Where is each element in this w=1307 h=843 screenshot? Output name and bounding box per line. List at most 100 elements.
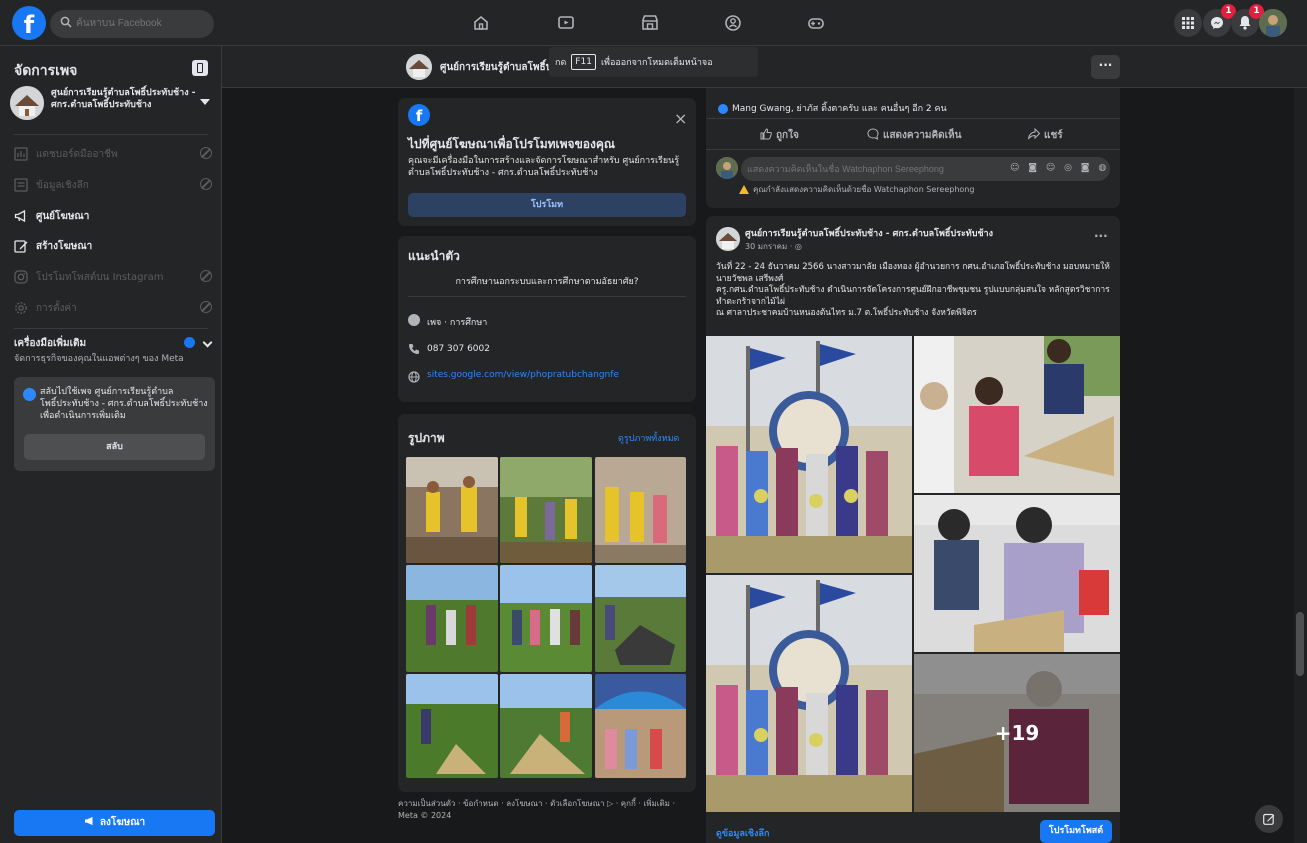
toast-text-after: เพื่อออกจากโหมดเต็มหน้าจอ	[600, 58, 713, 68]
messenger-button[interactable]: 1	[1203, 4, 1236, 37]
groups-icon[interactable]	[723, 13, 743, 33]
post-timestamp[interactable]: 30 มกราคม · ◎	[745, 240, 802, 253]
search-input[interactable]	[50, 10, 214, 38]
sidebar-item-professional-dashboard[interactable]: แดชบอร์ดมืออาชีพ	[0, 141, 222, 167]
insights-icon	[14, 178, 28, 192]
ad-card-title: ไปที่ศูนย์โฆษณาเพื่อโปรโมทเพจของคุณ	[408, 137, 616, 151]
photo-thumbnail[interactable]	[406, 565, 498, 672]
phone-number: 087 307 6002	[427, 344, 490, 354]
sidebar-item-insights[interactable]: ข้อมูลเชิงลึก	[0, 172, 222, 198]
post-photo[interactable]	[706, 575, 912, 812]
scrollbar-thumb[interactable]	[1296, 612, 1304, 676]
comment-warning: คุณกำลังแสดงความคิดเห็นด้วยชื่อ Watchaph…	[739, 183, 974, 196]
post-author-avatar[interactable]	[716, 227, 740, 251]
header-more-button[interactable]: ···	[1091, 55, 1120, 79]
post-text: วันที่ 22 - 24 ธันวาคม 2566 นางสาวมาลัย …	[716, 262, 1110, 318]
sidebar-item-label: ข้อมูลเชิงลึก	[36, 179, 89, 191]
caret-down-icon[interactable]	[200, 99, 210, 105]
sidebar-item-create-ad[interactable]: สร้างโฆษณา	[0, 233, 222, 259]
photo-thumbnail[interactable]	[406, 674, 498, 778]
sidebar-item-label: การตั้งค่า	[36, 302, 77, 314]
more-photos-count: +19	[994, 721, 1040, 745]
megaphone-icon	[84, 816, 93, 826]
reaction-summary[interactable]: Mang Gwang, ย่าภัส ติ้งตาครับ และ คนอื่น…	[718, 101, 947, 115]
warning-text: คุณกำลังแสดงความคิดเห็นด้วยชื่อ Watchaph…	[753, 185, 975, 194]
post-author-name[interactable]: ศูนย์การเรียนรู้ตำบลโพธิ์ประทับช้าง - ศก…	[745, 226, 993, 240]
grid-icon	[1182, 17, 1194, 29]
warning-icon	[739, 185, 749, 194]
photo-thumbnail[interactable]	[595, 565, 686, 672]
profile-avatar[interactable]	[1259, 9, 1287, 37]
sidebar-item-settings[interactable]: การตั้งค่า	[0, 295, 222, 321]
like-button[interactable]: ถูกใจ	[760, 128, 799, 143]
photo-thumbnail[interactable]	[595, 457, 686, 563]
scrollbar[interactable]	[1294, 88, 1307, 843]
page-selector-name[interactable]: ศูนย์การเรียนรู้ตำบลโพธิ์ประทับช้าง - ศก…	[51, 87, 196, 111]
meta-tools-icon	[184, 337, 195, 348]
photo-thumbnail[interactable]	[500, 457, 592, 563]
create-ad-label: ลงโฆษณา	[99, 817, 146, 828]
compose-icon	[1263, 813, 1275, 825]
menu-button[interactable]	[1174, 9, 1202, 37]
disabled-icon	[200, 270, 212, 282]
sidebar-item-instagram-promote[interactable]: โปรโมทโพสต์บน Instagram	[0, 264, 222, 290]
disabled-icon	[200, 301, 212, 313]
facebook-icon: f	[408, 104, 430, 126]
page-footer-links[interactable]: ความเป็นส่วนตัว · ข้อกำหนด · ลงโฆษณา · ต…	[398, 798, 694, 822]
page-category: เพจ · การศึกษา	[427, 318, 488, 328]
promote-button[interactable]: โปรโมท	[408, 193, 686, 217]
home-icon[interactable]	[471, 13, 491, 33]
collapse-sidebar-icon[interactable]	[192, 60, 208, 76]
website-link[interactable]: sites.google.com/view/phopratubchangnfe	[427, 370, 619, 380]
f11-key: F11	[571, 54, 596, 70]
share-label: แชร์	[1044, 130, 1063, 141]
comment-tools-icons[interactable]: ☺ ◙ ☺ ◎ ◙ ◍	[1010, 163, 1109, 173]
commenter-avatar[interactable]	[716, 157, 738, 179]
divider	[408, 296, 686, 297]
share-icon	[1028, 127, 1041, 140]
toast-text-before: กด	[555, 58, 567, 68]
post-photo-more[interactable]: +19	[914, 654, 1120, 812]
boost-post-button[interactable]: โปรโมทโพสต์	[1040, 820, 1112, 843]
new-message-button[interactable]	[1255, 805, 1283, 833]
see-insights-link[interactable]: ดูข้อมูลเชิงลึก	[716, 826, 769, 840]
post-photo[interactable]	[706, 336, 912, 573]
photo-thumbnail[interactable]	[595, 674, 686, 778]
intro-bio: การศึกษานอกระบบและการศึกษาตามอัธยาศัย?	[455, 277, 639, 287]
post-more-button[interactable]: ···	[1094, 229, 1108, 243]
create-ad-button[interactable]: ลงโฆษณา	[14, 810, 215, 836]
notifications-button[interactable]: 1	[1231, 4, 1264, 37]
post-photo[interactable]	[914, 336, 1120, 493]
photo-thumbnail[interactable]	[500, 565, 592, 672]
header-page-avatar[interactable]	[406, 54, 432, 80]
disabled-icon	[200, 147, 212, 159]
post-photo[interactable]	[914, 495, 1120, 652]
info-icon	[408, 314, 420, 326]
reaction-names: Mang Gwang, ย่าภัส ติ้งตาครับ และ คนอื่น…	[732, 104, 947, 114]
manage-page-sidebar: จัดการเพจ ศูนย์การเรียนรู้ตำบลโพธิ์ประทั…	[0, 46, 222, 843]
switch-button[interactable]: สลับ	[24, 434, 205, 460]
page-avatar[interactable]	[10, 86, 44, 120]
marketplace-icon[interactable]	[640, 13, 660, 33]
phone-icon	[409, 344, 419, 354]
sidebar-item-label: ศูนย์โฆษณา	[36, 210, 90, 222]
more-tools-title[interactable]: เครื่องมือเพิ่มเติม	[14, 336, 86, 351]
close-icon[interactable]: ×	[674, 109, 687, 128]
sidebar-item-ad-center[interactable]: ศูนย์โฆษณา	[0, 203, 222, 229]
photo-thumbnail[interactable]	[500, 674, 592, 778]
thumbs-up-icon	[760, 128, 772, 140]
fullscreen-toast: กด F11 เพื่อออกจากโหมดเต็มหน้าจอ	[549, 47, 758, 77]
disabled-icon	[200, 178, 212, 190]
facebook-logo[interactable]: f	[12, 6, 46, 40]
switch-page-text: สลับไปใช้เพจ ศูนย์การเรียนรู้ตำบลโพธิ์ปร…	[40, 387, 208, 421]
comment-button[interactable]: แสดงความคิดเห็น	[867, 128, 961, 143]
like-reaction-icon	[718, 103, 728, 114]
like-label: ถูกใจ	[776, 130, 799, 141]
chevron-down-icon[interactable]	[202, 337, 213, 348]
video-icon[interactable]	[556, 13, 576, 33]
sidebar-title: จัดการเพจ	[14, 63, 78, 79]
photo-thumbnail[interactable]	[406, 457, 498, 563]
see-all-photos-link[interactable]: ดูรูปภาพทั้งหมด	[618, 431, 679, 445]
gaming-icon[interactable]	[806, 13, 826, 33]
share-button[interactable]: แชร์	[1028, 127, 1063, 143]
